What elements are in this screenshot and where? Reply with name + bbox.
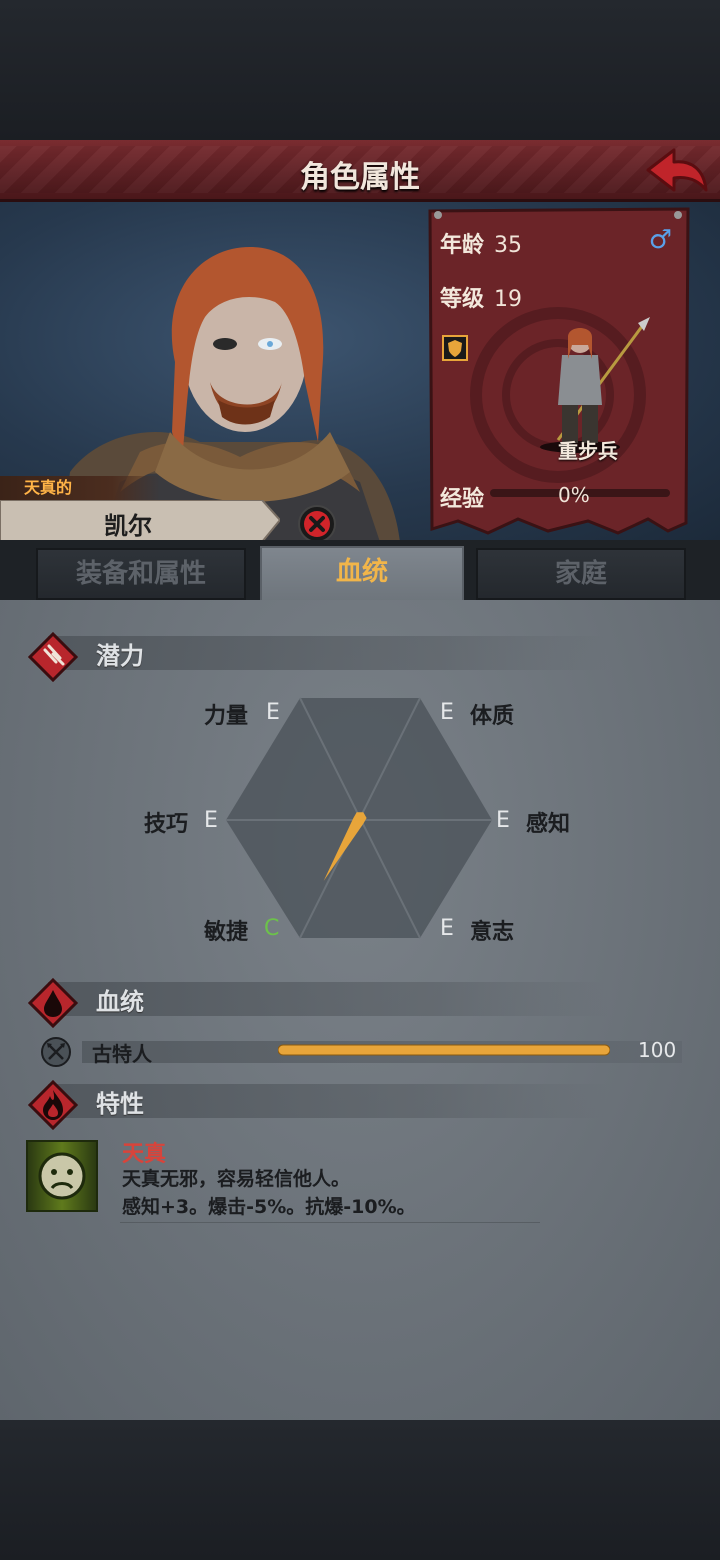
trait-adjective-tag: 天真的	[0, 476, 160, 500]
traits-section-header: 特性	[28, 1080, 628, 1130]
class-name: 重步兵	[558, 439, 618, 463]
top-background	[0, 0, 720, 140]
bloodline-purity-fill	[278, 1044, 610, 1056]
character-name: 凯尔	[104, 512, 152, 540]
page-title: 角色属性	[300, 160, 420, 195]
attr-agility-label: 敏捷	[204, 920, 249, 945]
close-icon	[304, 511, 330, 537]
bloodline-title: 血统	[96, 988, 144, 1016]
traits-title: 特性	[96, 1090, 144, 1118]
bloodline-item: 古特人 100	[38, 1036, 698, 1068]
trait-description: 天真无邪，容易轻信他人。	[122, 1168, 351, 1190]
trait-effect: 感知+3。爆击-5%。抗爆-10%。	[122, 1196, 416, 1218]
attr-skill-grade: E	[204, 808, 218, 833]
attr-strength-grade: E	[266, 700, 280, 725]
dismiss-button[interactable]	[298, 505, 336, 543]
attr-will-label: 意志	[470, 920, 515, 945]
bottom-background	[0, 1420, 720, 1560]
attr-constitution-grade: E	[440, 700, 454, 725]
divider	[120, 1222, 540, 1223]
back-arrow-icon[interactable]	[644, 144, 710, 198]
attr-strength-label: 力量	[204, 704, 249, 729]
trait-item[interactable]: 天真 天真无邪，容易轻信他人。 感知+3。爆击-5%。抗爆-10%。	[26, 1140, 686, 1223]
attr-constitution-label: 体质	[470, 704, 515, 729]
bloodline-section-header: 血统	[28, 978, 628, 1028]
age-value: 35	[494, 233, 523, 258]
tab-family[interactable]: 家庭	[476, 548, 686, 600]
attr-agility-grade: C	[264, 916, 280, 941]
level-value: 19	[494, 287, 523, 312]
bloodline-panel: 潜力 力量 E E 体质 E 感知 E 意志 敏捷 C 技巧 E 血统 古特人	[0, 600, 720, 1420]
tab-bar: 装备和属性 血统 家庭	[0, 540, 720, 604]
stats-card: 年龄 35 ♂ 等级 19 重步兵 经验 0%	[428, 205, 690, 535]
bloodline-name: 古特人	[92, 1042, 152, 1066]
bloodline-value: 100	[638, 1038, 677, 1062]
flame-icon	[28, 1080, 78, 1130]
bloodline-purity-bar	[278, 1044, 610, 1056]
crossed-axes-icon	[41, 1037, 71, 1067]
xp-percent: 0%	[558, 483, 590, 507]
tab-equipment-attributes[interactable]: 装备和属性	[36, 548, 246, 600]
age-label: 年龄	[440, 233, 485, 258]
attr-will-grade: E	[440, 916, 454, 941]
male-gender-icon: ♂	[648, 225, 672, 255]
sad-face-trait-icon	[26, 1140, 98, 1212]
blood-drop-icon	[28, 978, 78, 1028]
shield-class-icon	[442, 335, 468, 361]
level-row: 等级 19	[440, 281, 522, 313]
attr-skill-label: 技巧	[144, 812, 189, 837]
soldier-figure	[540, 317, 650, 453]
attr-perception-label: 感知	[526, 812, 571, 837]
xp-label: 经验	[440, 487, 485, 512]
attr-perception-grade: E	[496, 808, 510, 833]
age-row: 年龄 35	[440, 227, 522, 259]
level-label: 等级	[440, 287, 485, 312]
title-bar: 角色属性	[0, 140, 720, 202]
tab-bloodline[interactable]: 血统	[260, 546, 464, 604]
